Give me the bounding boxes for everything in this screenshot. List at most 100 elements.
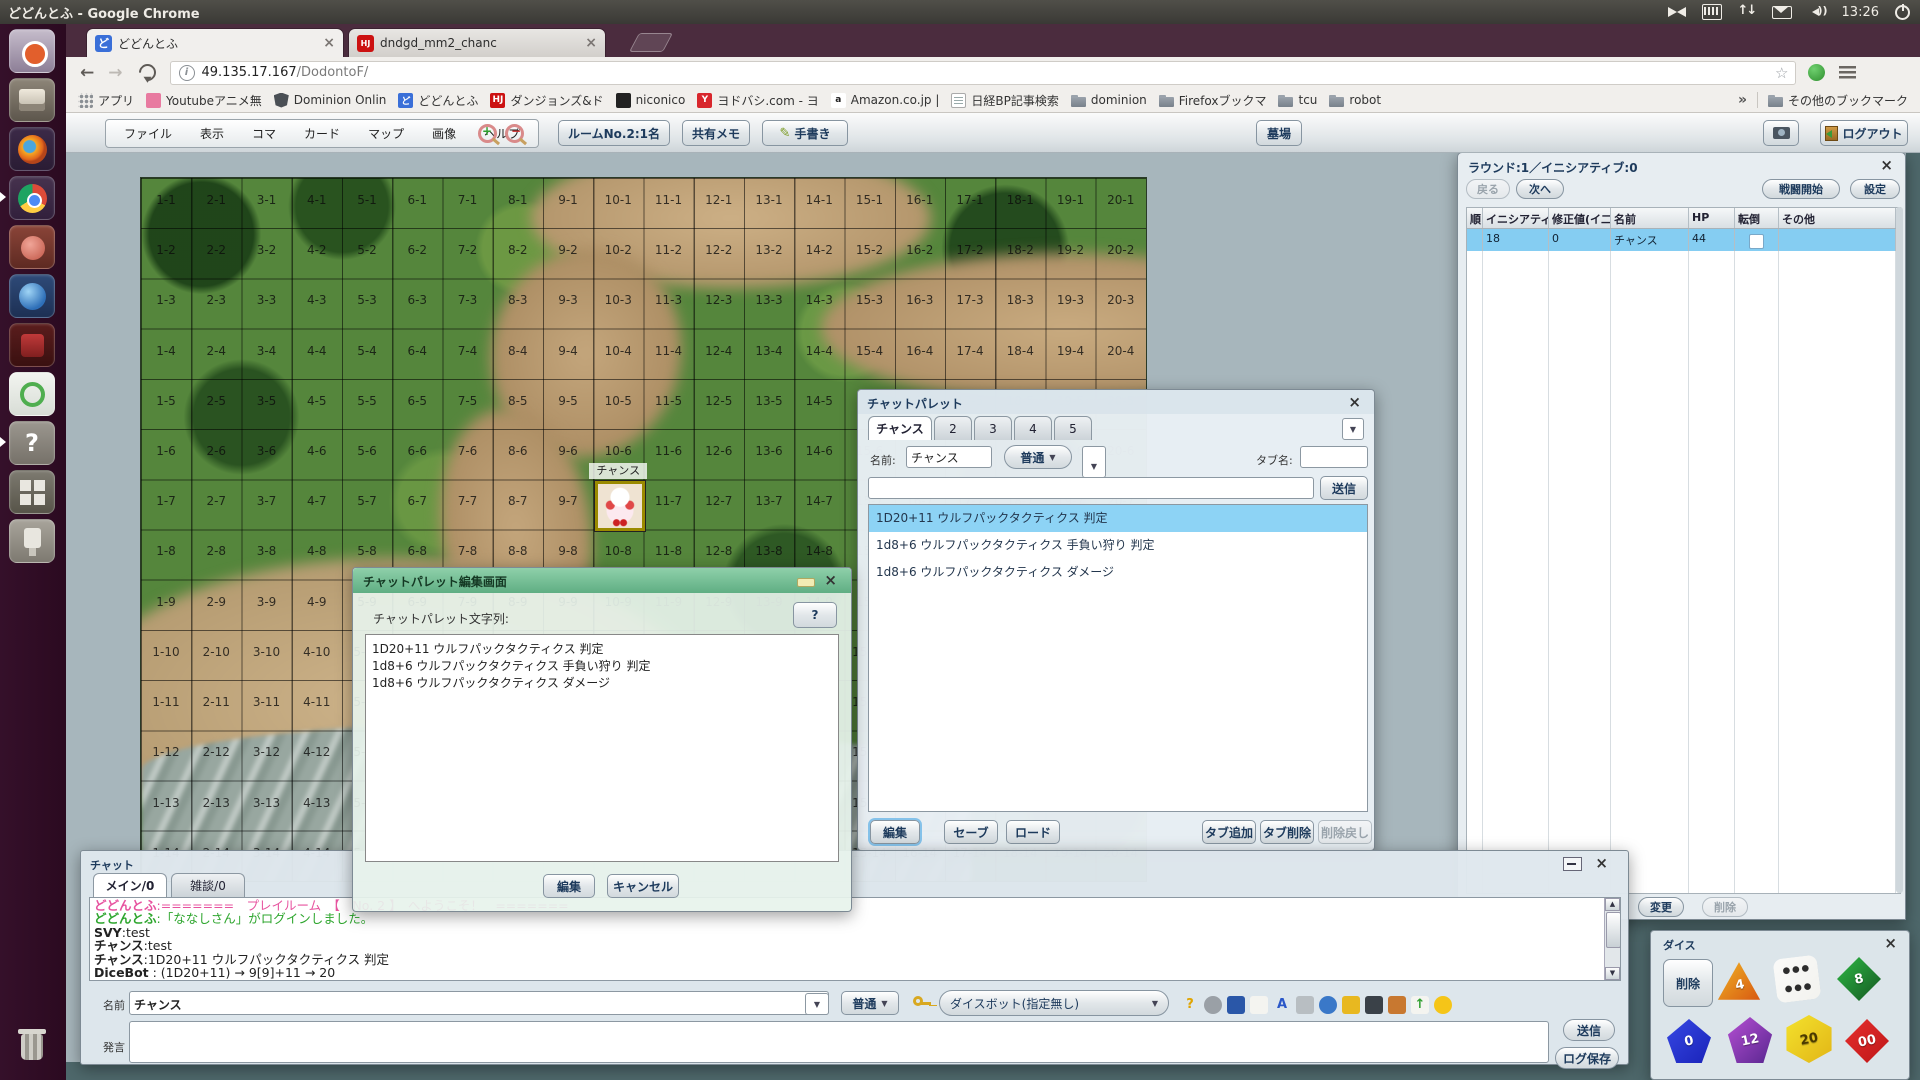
dice-remove-button[interactable]: 削除 [1663, 959, 1713, 1007]
chat-message-input[interactable] [129, 1021, 1549, 1063]
palette-edit-button[interactable]: 編集 [870, 820, 920, 844]
launcher-thunderbird-icon[interactable] [9, 274, 55, 318]
die-d4-icon[interactable]: 4 [1717, 961, 1761, 1001]
palette-command-list[interactable]: 1D20+11 ウルフパックタクティクス 判定1d8+6 ウルフパックタクティク… [868, 504, 1368, 812]
other-bookmarks[interactable]: その他のブックマーク [1768, 92, 1908, 109]
menu-コマ[interactable]: コマ [238, 125, 290, 142]
launcher-files-icon[interactable] [9, 78, 55, 122]
bookmark-item[interactable]: アプリ [78, 92, 134, 109]
upload-icon[interactable]: ↑ [1411, 996, 1429, 1014]
die-d6-icon[interactable] [1772, 954, 1821, 1003]
bookmark-item[interactable]: Firefoxブックマ [1159, 92, 1267, 109]
browser-tab[interactable]: HJdndgd_mm2_chanc× [348, 28, 606, 57]
sound-icon[interactable] [1296, 996, 1314, 1014]
info-icon[interactable]: i [179, 65, 195, 81]
menu-ファイル[interactable]: ファイル [110, 125, 186, 142]
handwriting-button[interactable]: ✎手書き [762, 120, 848, 146]
memo-icon[interactable] [1250, 996, 1268, 1014]
launcher-greenapp-icon[interactable] [9, 372, 55, 416]
close-icon[interactable]: × [1880, 158, 1893, 173]
initiative-back-button[interactable]: 戻る [1466, 179, 1510, 199]
url-bar[interactable]: i 49.135.17.167/DodontoF/ ☆ [170, 61, 1796, 85]
voice-select[interactable]: 普通▼ [1004, 445, 1072, 469]
close-icon[interactable]: × [1884, 936, 1897, 951]
save-log-button[interactable]: ログ保存 [1555, 1047, 1619, 1069]
chat-name-select[interactable]: チャンス [129, 991, 829, 1015]
launcher-help-icon[interactable]: ? [9, 421, 55, 465]
book-icon[interactable] [1227, 996, 1245, 1014]
back-icon[interactable]: ← [80, 63, 94, 83]
bookmark-item[interactable]: HJダンジョンズ&ド [490, 92, 603, 109]
new-tab-button[interactable] [629, 33, 673, 52]
minimize-icon[interactable] [1563, 857, 1582, 871]
tab-remove-button[interactable]: タブ削除 [1260, 820, 1314, 844]
avatar-icon[interactable] [1319, 996, 1337, 1014]
smiley-icon[interactable] [1434, 996, 1452, 1014]
initiative-next-button[interactable]: 次へ [1516, 179, 1564, 199]
menu-カード[interactable]: カード [290, 125, 354, 142]
chat-tab-雑談/0[interactable]: 雑談/0 [171, 873, 245, 897]
zoom-out-icon[interactable]: − [505, 124, 524, 143]
palette-tab-4[interactable]: 4 [1014, 416, 1052, 440]
die-d10-icon[interactable]: 0 [1667, 1019, 1711, 1063]
die-d12-icon[interactable]: 12 [1727, 1017, 1773, 1063]
bookmark-item[interactable]: niconico [616, 93, 686, 108]
tabname-input[interactable] [1300, 446, 1368, 468]
die-d100-icon[interactable]: 00 [1845, 1019, 1889, 1063]
scroll-thumb[interactable] [1606, 912, 1621, 948]
launcher-usb-icon[interactable] [9, 519, 55, 563]
palette-tab-5[interactable]: 5 [1054, 416, 1092, 440]
palette-command-item[interactable]: 1d8+6 ウルフパックタクティクス ダメージ [869, 559, 1367, 586]
initiative-scrollbar[interactable] [1896, 207, 1903, 893]
palette-editor-textarea[interactable]: 1D20+11 ウルフパックタクティクス 判定 1d8+6 ウルフパックタクティ… [365, 634, 839, 862]
launcher-dash-icon[interactable] [9, 29, 55, 73]
character-token[interactable] [595, 481, 645, 531]
start-battle-button[interactable]: 戦闘開始 [1762, 179, 1840, 199]
scroll-down-icon[interactable]: ▼ [1605, 967, 1620, 980]
palette-send-button[interactable]: 送信 [1320, 476, 1368, 500]
logout-button[interactable]: ログアウト [1820, 120, 1908, 146]
bookmark-item[interactable]: Youtubeアニメ無 [146, 92, 262, 109]
help-button[interactable]: ? [793, 602, 837, 628]
palette-tab-チャンス[interactable]: チャンス [868, 416, 932, 440]
launcher-trash-icon[interactable] [9, 1022, 55, 1066]
browser-menu-icon[interactable] [1839, 66, 1856, 79]
menu-表示[interactable]: 表示 [186, 125, 238, 142]
tab-add-button[interactable]: タブ追加 [1202, 820, 1256, 844]
close-icon[interactable]: × [1595, 856, 1608, 871]
close-icon[interactable]: × [824, 573, 837, 588]
palette-message-input[interactable] [868, 477, 1314, 499]
movie-icon[interactable] [1365, 996, 1383, 1014]
power-icon[interactable] [1895, 5, 1910, 20]
initiative-table-row[interactable]: 180チャンス44 [1466, 228, 1901, 252]
gear-icon[interactable] [1204, 996, 1222, 1014]
editor-cancel-button[interactable]: キャンセル [607, 874, 679, 898]
key-icon[interactable] [913, 996, 923, 1006]
bookmark-star-icon[interactable]: ☆ [1775, 64, 1788, 82]
palette-save-button[interactable]: セーブ [944, 820, 998, 844]
launcher-software-icon[interactable] [9, 225, 55, 269]
user-edit-icon[interactable] [1388, 996, 1406, 1014]
launcher-workspaces-icon[interactable] [9, 470, 55, 514]
chat-name-dropdown-icon[interactable]: ▼ [805, 993, 829, 1015]
editor-edit-button[interactable]: 編集 [543, 874, 595, 898]
delete-button[interactable]: 削除 [1702, 897, 1748, 917]
bookmark-item[interactable]: robot [1329, 93, 1381, 108]
zoom-in-icon[interactable]: + [478, 124, 497, 143]
prone-checkbox[interactable] [1749, 234, 1764, 249]
chat-send-button[interactable]: 送信 [1563, 1019, 1615, 1041]
chat-log[interactable]: どどんとふ:======= プレイルーム 【 No. 2 】 へようこそ！ ==… [89, 897, 1621, 981]
help-icon[interactable]: ? [1181, 996, 1199, 1014]
bookmark-item[interactable]: dominion [1071, 93, 1147, 108]
palette-tab-dropdown[interactable]: ▼ [1342, 418, 1364, 440]
tab-close-icon[interactable]: × [585, 36, 597, 50]
palette-load-button[interactable]: ロード [1006, 820, 1060, 844]
bookmark-item[interactable]: 日経BP記事検索 [951, 92, 1058, 109]
launcher-chrome-icon[interactable] [9, 176, 55, 220]
bell-icon[interactable] [1342, 996, 1360, 1014]
launcher-firefox-icon[interactable] [9, 127, 55, 171]
bookmark-item[interactable]: tcu [1278, 93, 1317, 108]
palette-command-item[interactable]: 1d8+6 ウルフパックタクティクス 手負い狩り 判定 [869, 532, 1367, 559]
bookmark-item[interactable]: aAmazon.co.jp | [831, 93, 940, 108]
minimize-icon[interactable] [797, 578, 815, 587]
